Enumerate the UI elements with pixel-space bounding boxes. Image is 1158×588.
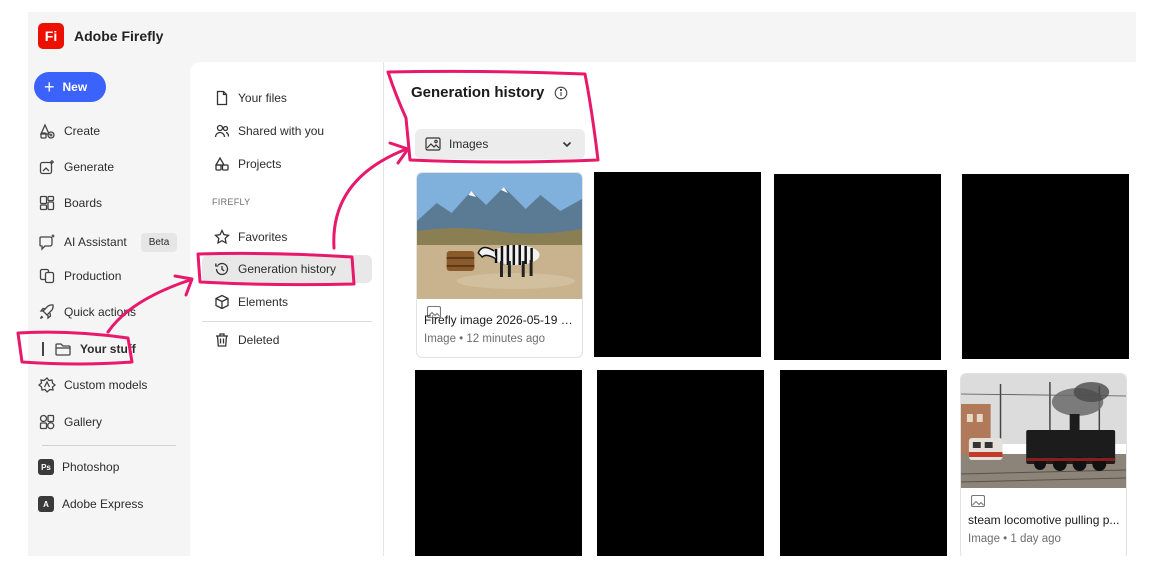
- redacted-card: [594, 172, 761, 357]
- shared-icon: [214, 124, 230, 138]
- nav-shared-with-you[interactable]: Shared with you: [202, 117, 372, 145]
- history-card[interactable]: steam locomotive pulling p... Image • 1 …: [960, 373, 1127, 556]
- ai-assistant-icon: [39, 234, 55, 251]
- page-title: Generation history: [411, 84, 568, 101]
- redacted-card: [774, 174, 941, 360]
- cube-icon: [215, 294, 229, 310]
- image-icon: [425, 137, 441, 151]
- sidebar-item-quick-actions[interactable]: Quick actions: [38, 298, 136, 326]
- projects-icon: [214, 156, 229, 171]
- nav-favorites[interactable]: Favorites: [202, 223, 372, 251]
- card-meta: Image • 1 day ago: [968, 533, 1061, 545]
- main-panel: Your files Shared with you Projects FIRE…: [190, 62, 1136, 556]
- content-area: Generation history Images Firefly image …: [384, 62, 1136, 556]
- new-button-label: New: [62, 80, 88, 94]
- nav-deleted[interactable]: Deleted: [202, 326, 372, 354]
- sidebar-item-photoshop[interactable]: Ps Photoshop: [38, 453, 119, 481]
- star-icon: [214, 229, 230, 245]
- sidebar-item-generate[interactable]: Generate: [38, 153, 114, 181]
- redacted-card: [415, 370, 582, 556]
- secondary-sidebar: Your files Shared with you Projects FIRE…: [190, 62, 384, 556]
- sidebar-item-create[interactable]: Create: [38, 117, 100, 145]
- nav-projects[interactable]: Projects: [202, 150, 372, 178]
- sidebar-item-adobe-express[interactable]: A Adobe Express: [38, 490, 143, 518]
- sidebar-item-production[interactable]: Production: [38, 262, 121, 290]
- primary-sidebar: + New Create Generate Boards AI Assistan…: [28, 62, 190, 556]
- dropdown-value: Images: [449, 137, 489, 151]
- new-button[interactable]: + New: [34, 72, 106, 102]
- firefly-logo[interactable]: Fi: [38, 23, 64, 49]
- nav-generation-history[interactable]: Generation history: [202, 255, 372, 283]
- sidebar-item-boards[interactable]: Boards: [38, 189, 102, 217]
- info-icon[interactable]: [554, 86, 568, 100]
- history-card[interactable]: Firefly image 2026-05-19 21... Image • 1…: [416, 172, 583, 358]
- boards-icon: [39, 195, 55, 211]
- sidebar-divider: [42, 445, 176, 446]
- beta-badge: Beta: [140, 232, 178, 252]
- selected-indicator: [42, 342, 44, 356]
- app-title: Adobe Firefly: [74, 28, 164, 44]
- card-name: steam locomotive pulling p...: [968, 513, 1120, 527]
- chevron-down-icon: [562, 141, 572, 148]
- custom-models-icon: [38, 377, 56, 393]
- rocket-icon: [39, 304, 54, 320]
- adobe-express-icon: A: [38, 496, 54, 512]
- media-type-dropdown[interactable]: Images: [415, 129, 585, 159]
- card-thumbnail[interactable]: [417, 173, 582, 299]
- nav-your-files[interactable]: Your files: [202, 84, 372, 112]
- generate-icon: [39, 160, 54, 175]
- history-icon: [215, 262, 229, 276]
- sidebar-item-gallery[interactable]: Gallery: [38, 408, 102, 436]
- gallery-icon: [39, 414, 55, 430]
- section-label-firefly: FIREFLY: [212, 197, 251, 207]
- app-window: Fi Adobe Firefly + New Create Generate B…: [28, 12, 1136, 556]
- sidebar-item-ai-assistant[interactable]: AI Assistant Beta: [38, 228, 178, 256]
- folder-icon: [55, 343, 71, 356]
- sidebar-item-custom-models[interactable]: Custom models: [38, 371, 147, 399]
- plus-icon: +: [44, 77, 55, 97]
- top-bar: Fi Adobe Firefly: [28, 12, 1136, 62]
- card-thumbnail[interactable]: [961, 374, 1126, 488]
- redacted-card: [962, 174, 1129, 359]
- nav-elements[interactable]: Elements: [202, 288, 372, 316]
- trash-icon: [216, 333, 228, 347]
- photoshop-icon: Ps: [38, 459, 54, 475]
- image-type-icon: [971, 495, 985, 507]
- create-icon: [39, 123, 55, 139]
- production-icon: [39, 268, 55, 284]
- file-icon: [216, 90, 228, 106]
- card-meta: Image • 12 minutes ago: [424, 333, 546, 345]
- sidebar-item-your-stuff[interactable]: Your stuff: [42, 335, 136, 363]
- redacted-card: [780, 370, 947, 556]
- card-name: Firefly image 2026-05-19 21...: [424, 313, 579, 327]
- secondary-divider: [202, 321, 372, 322]
- redacted-card: [597, 370, 764, 556]
